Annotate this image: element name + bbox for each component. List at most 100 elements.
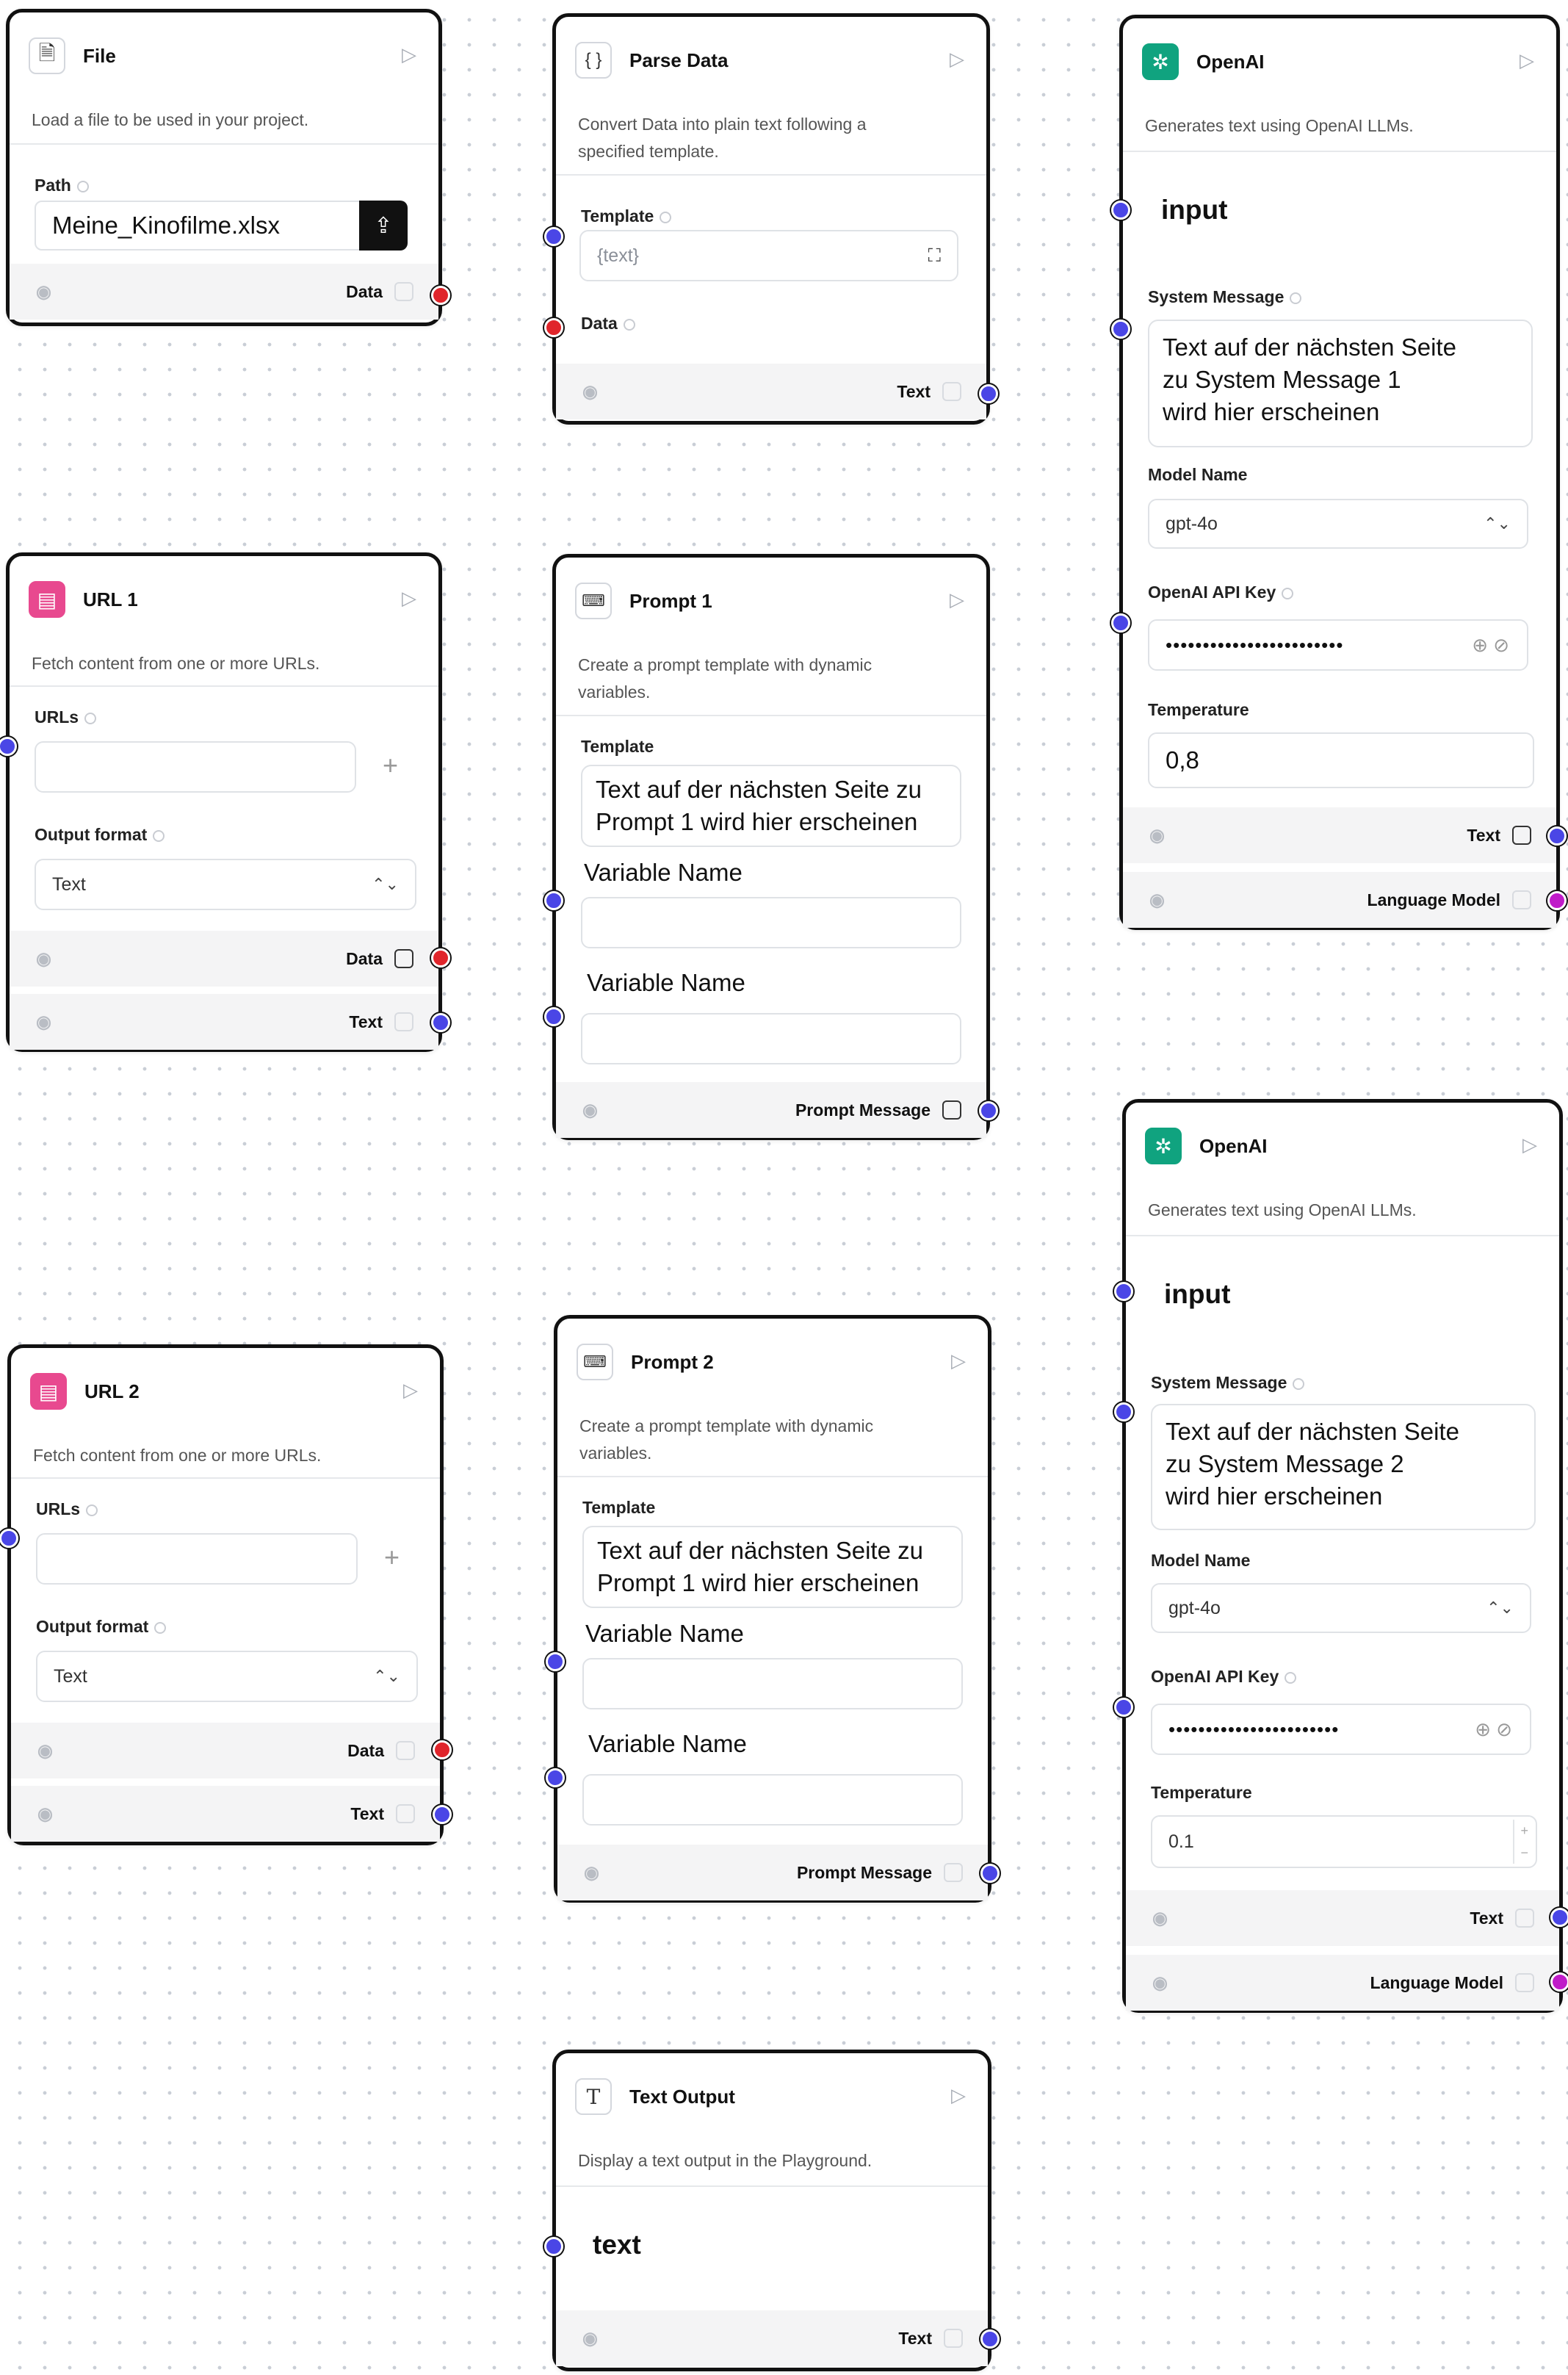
output-handle-data[interactable]: [433, 1740, 452, 1759]
url-node-1[interactable]: ▤ URL 1 ▷ Fetch content from one or more…: [0, 552, 450, 1052]
eye-icon[interactable]: ◉: [582, 381, 598, 403]
eye-icon[interactable]: ◉: [36, 281, 51, 303]
input-handle-system-message[interactable]: [1114, 1402, 1133, 1421]
add-url-button[interactable]: +: [383, 750, 398, 781]
parse-data-node[interactable]: { } Parse Data ▷ Convert Data into plain…: [544, 13, 998, 425]
model-select[interactable]: gpt-4o ⌃⌄: [1148, 499, 1528, 549]
inspect-icon[interactable]: [944, 2329, 963, 2348]
play-icon[interactable]: ▷: [1522, 1134, 1537, 1156]
output-handle-data[interactable]: [431, 948, 450, 967]
output-format-select[interactable]: Text ⌃⌄: [36, 1651, 418, 1702]
temperature-input[interactable]: 0.1 + −: [1151, 1815, 1537, 1868]
eye-icon[interactable]: ◉: [36, 1012, 51, 1033]
play-icon[interactable]: ▷: [402, 43, 416, 66]
input-handle-api-key[interactable]: [1111, 613, 1130, 633]
output-handle-model[interactable]: [1547, 891, 1567, 910]
output-handle-text[interactable]: [1547, 826, 1567, 846]
upload-button[interactable]: ⇪: [359, 201, 408, 251]
inspect-icon[interactable]: [394, 949, 413, 968]
play-icon[interactable]: ▷: [1520, 49, 1534, 72]
output-handle-model[interactable]: [1550, 1972, 1568, 1992]
system-message-input[interactable]: Text auf der nächsten Seite zu System Me…: [1148, 320, 1533, 447]
api-key-input[interactable]: •••••••••••••••••••••••• ⊕ ⊘: [1148, 619, 1528, 671]
globe-eye-off-icons[interactable]: ⊕ ⊘: [1475, 1718, 1512, 1741]
prompt-node-1[interactable]: ⌨ Prompt 1 ▷ Create a prompt template wi…: [544, 554, 998, 1140]
input-handle-system-message[interactable]: [1111, 320, 1130, 339]
eye-icon[interactable]: ◉: [584, 1862, 599, 1884]
input-handle-input[interactable]: [1114, 1282, 1133, 1301]
play-icon[interactable]: ▷: [951, 1349, 966, 1372]
variable-input-2[interactable]: [582, 1774, 963, 1826]
path-input[interactable]: Meine_Kinofilme.xlsx: [35, 201, 361, 251]
output-handle-text[interactable]: [1550, 1908, 1568, 1927]
input-handle-variable-1[interactable]: [544, 891, 563, 910]
input-handle-variable-2[interactable]: [544, 1007, 563, 1026]
openai-node-2[interactable]: ✲ OpenAI ▷ Generates text using OpenAI L…: [1114, 1099, 1568, 2013]
inspect-icon[interactable]: [1515, 1909, 1534, 1928]
output-handle-text[interactable]: [980, 2329, 1000, 2349]
input-handle-text[interactable]: [544, 2237, 563, 2256]
urls-input[interactable]: [36, 1533, 358, 1585]
input-handle-variable-1[interactable]: [546, 1652, 565, 1671]
variable-input-1[interactable]: [581, 897, 961, 948]
inspect-icon[interactable]: [394, 282, 413, 301]
model-select[interactable]: gpt-4o ⌃⌄: [1151, 1583, 1531, 1633]
system-message-input[interactable]: Text auf der nächsten Seite zu System Me…: [1151, 1404, 1536, 1530]
template-input[interactable]: Text auf der nächsten Seite zu Prompt 1 …: [581, 765, 961, 847]
eye-icon[interactable]: ◉: [36, 948, 51, 970]
input-handle-variable-2[interactable]: [546, 1768, 565, 1787]
inspect-icon[interactable]: [1515, 1973, 1534, 1992]
api-key-input[interactable]: ••••••••••••••••••••••• ⊕ ⊘: [1151, 1704, 1531, 1755]
openai-node-1[interactable]: ✲ OpenAI ▷ Generates text using OpenAI L…: [1111, 15, 1567, 930]
output-handle-text[interactable]: [433, 1805, 452, 1824]
text-output-node[interactable]: T Text Output ▷ Display a text output in…: [544, 2050, 1000, 2371]
inspect-icon[interactable]: [396, 1804, 415, 1823]
play-icon[interactable]: ▷: [950, 588, 964, 611]
play-icon[interactable]: ▷: [402, 587, 416, 610]
eye-icon[interactable]: ◉: [37, 1803, 53, 1825]
template-input[interactable]: Text auf der nächsten Seite zu Prompt 1 …: [582, 1526, 963, 1608]
eye-icon[interactable]: ◉: [1149, 890, 1165, 911]
expand-icon[interactable]: ⛶: [928, 245, 941, 267]
eye-icon[interactable]: ◉: [37, 1740, 53, 1762]
input-handle-data[interactable]: [544, 318, 563, 337]
input-handle-api-key[interactable]: [1114, 1698, 1133, 1717]
output-handle-prompt[interactable]: [979, 1101, 998, 1120]
variable-input-1[interactable]: [582, 1658, 963, 1709]
template-input[interactable]: {text} ⛶: [579, 230, 958, 281]
urls-input[interactable]: [35, 741, 356, 793]
file-node[interactable]: 🗎 File ▷ Load a file to be used in your …: [6, 9, 450, 326]
eye-icon[interactable]: ◉: [582, 1100, 598, 1121]
add-url-button[interactable]: +: [384, 1542, 400, 1573]
inspect-icon[interactable]: [1512, 826, 1531, 845]
inspect-icon[interactable]: [1512, 890, 1531, 909]
prompt-node-2[interactable]: ⌨ Prompt 2 ▷ Create a prompt template wi…: [546, 1315, 1000, 1903]
input-handle-input[interactable]: [1111, 201, 1130, 220]
layout-icon: ▤: [29, 581, 65, 618]
output-handle-text[interactable]: [431, 1013, 450, 1032]
inspect-icon[interactable]: [396, 1741, 415, 1760]
input-handle-urls[interactable]: [0, 1529, 18, 1548]
eye-icon[interactable]: ◉: [1149, 825, 1165, 846]
eye-icon[interactable]: ◉: [582, 2328, 598, 2349]
input-handle-template[interactable]: [544, 227, 563, 246]
temperature-input[interactable]: 0,8: [1148, 732, 1534, 788]
globe-eye-off-icons[interactable]: ⊕ ⊘: [1472, 634, 1509, 657]
inspect-icon[interactable]: [942, 382, 961, 401]
play-icon[interactable]: ▷: [403, 1379, 418, 1402]
play-icon[interactable]: ▷: [951, 2084, 966, 2107]
eye-icon[interactable]: ◉: [1152, 1908, 1168, 1929]
inspect-icon[interactable]: [394, 1012, 413, 1031]
output-handle-text[interactable]: [979, 384, 998, 403]
input-handle-urls[interactable]: [0, 737, 17, 756]
eye-icon[interactable]: ◉: [1152, 1972, 1168, 1994]
variable-input-2[interactable]: [581, 1013, 961, 1064]
inspect-icon[interactable]: [942, 1100, 961, 1120]
stepper-icon[interactable]: + −: [1513, 1820, 1528, 1864]
output-format-select[interactable]: Text ⌃⌄: [35, 859, 416, 910]
url-node-2[interactable]: ▤ URL 2 ▷ Fetch content from one or more…: [0, 1344, 452, 1845]
play-icon[interactable]: ▷: [950, 48, 964, 71]
inspect-icon[interactable]: [944, 1863, 963, 1882]
output-handle-data[interactable]: [431, 286, 450, 305]
output-handle-prompt[interactable]: [980, 1864, 1000, 1883]
